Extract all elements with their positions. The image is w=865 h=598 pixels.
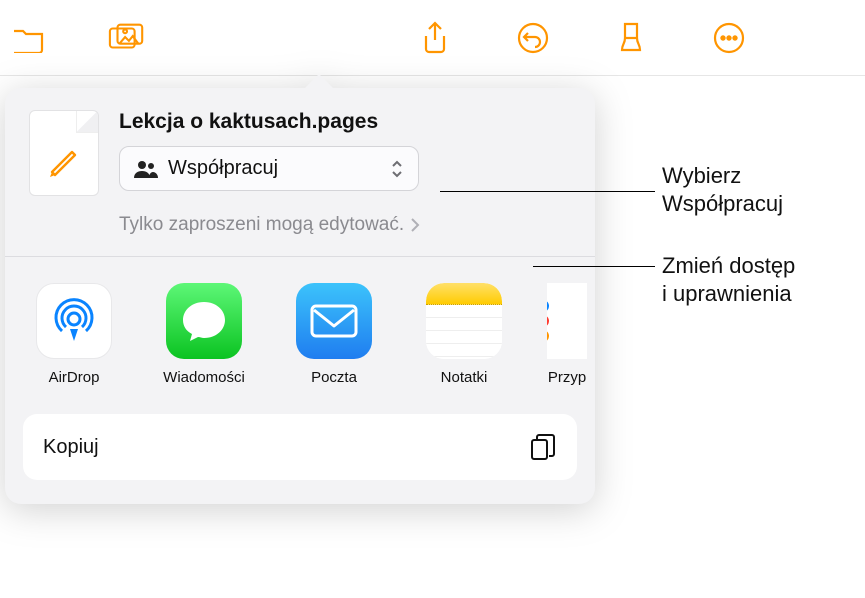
photos-icon[interactable] xyxy=(108,19,146,57)
share-app-messages[interactable]: Wiadomości xyxy=(157,283,251,386)
collaborate-label: Współpracuj xyxy=(168,157,278,180)
format-brush-icon[interactable] xyxy=(612,19,650,57)
copy-action[interactable]: Kopiuj xyxy=(23,414,577,480)
collaborate-dropdown[interactable]: Współpracuj xyxy=(119,146,419,191)
share-sheet: Lekcja o kaktusach.pages Współpracuj Tyl… xyxy=(5,88,595,504)
callout-collaborate: WybierzWspółpracuj xyxy=(662,162,783,217)
mail-icon xyxy=(296,283,372,359)
share-app-label: Wiadomości xyxy=(163,369,245,386)
reminders-icon xyxy=(547,283,587,359)
share-app-label: Notatki xyxy=(441,369,488,386)
share-app-label: Poczta xyxy=(311,369,357,386)
copy-label: Kopiuj xyxy=(43,436,99,459)
sheet-header: Lekcja o kaktusach.pages Współpracuj xyxy=(5,88,595,206)
share-app-label: AirDrop xyxy=(49,369,100,386)
share-app-notes[interactable]: Notatki xyxy=(417,283,511,386)
document-title: Lekcja o kaktusach.pages xyxy=(119,110,571,134)
callout-access: Zmień dostępi uprawnienia xyxy=(662,252,795,307)
share-icon[interactable] xyxy=(416,19,454,57)
callout-line xyxy=(533,266,655,267)
chevron-right-icon xyxy=(410,217,420,233)
callout-line xyxy=(440,191,655,192)
actions-section: Kopiuj xyxy=(5,400,595,504)
chevron-updown-icon xyxy=(390,159,404,179)
toolbar xyxy=(0,0,865,76)
popover-caret xyxy=(305,74,333,88)
share-app-label: Przyp xyxy=(548,369,586,386)
share-app-reminders[interactable]: Przyp xyxy=(547,283,587,386)
people-icon xyxy=(134,160,158,178)
document-thumbnail xyxy=(29,110,99,196)
share-apps-row: AirDrop Wiadomości Poczta Notatki xyxy=(5,257,595,400)
undo-icon[interactable] xyxy=(514,19,552,57)
airdrop-icon xyxy=(36,283,112,359)
copy-icon xyxy=(529,432,557,462)
more-icon[interactable] xyxy=(710,19,748,57)
notes-icon xyxy=(426,283,502,359)
share-app-mail[interactable]: Poczta xyxy=(287,283,381,386)
messages-icon xyxy=(166,283,242,359)
access-text: Tylko zaproszeni mogą edytować. xyxy=(119,214,404,236)
documents-icon[interactable] xyxy=(10,19,48,57)
share-app-airdrop[interactable]: AirDrop xyxy=(27,283,121,386)
access-settings-row[interactable]: Tylko zaproszeni mogą edytować. xyxy=(5,206,595,256)
